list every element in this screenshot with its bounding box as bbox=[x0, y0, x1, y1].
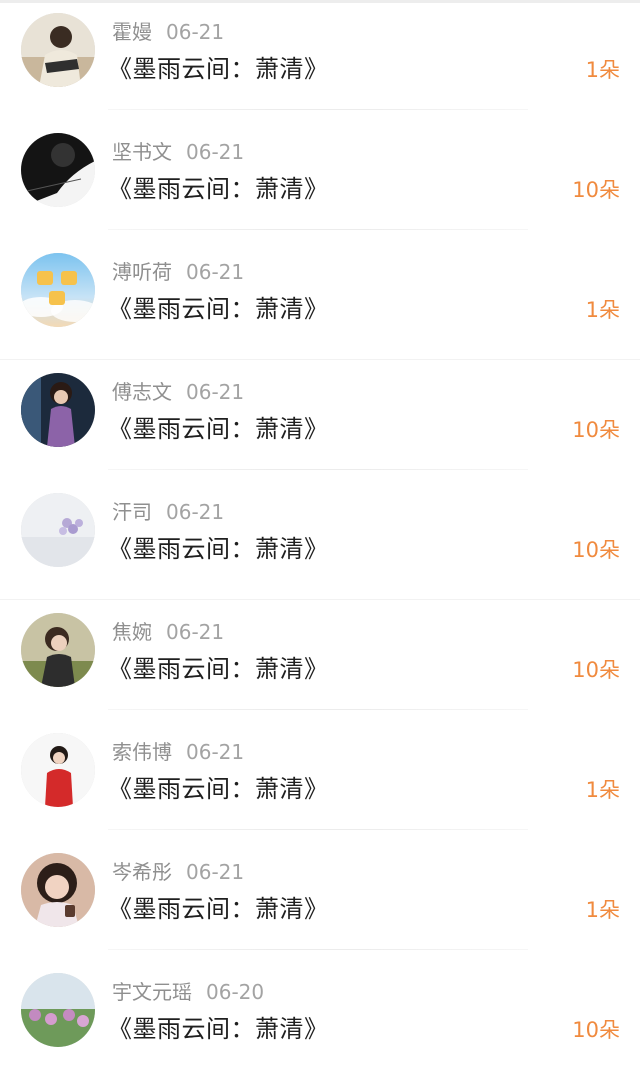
send-date: 06-21 bbox=[186, 860, 245, 884]
send-date: 06-20 bbox=[206, 980, 265, 1004]
list-item[interactable]: 汗司 06-21 《墨雨云间：萧清》 10朵 bbox=[0, 480, 640, 600]
flower-count: 1朵 bbox=[585, 298, 620, 322]
book-title[interactable]: 《墨雨云间：萧清》 bbox=[108, 892, 329, 926]
avatar[interactable] bbox=[21, 253, 95, 327]
send-date: 06-21 bbox=[166, 20, 225, 44]
avatar[interactable] bbox=[21, 853, 95, 927]
send-date: 06-21 bbox=[166, 620, 225, 644]
book-title[interactable]: 《墨雨云间：萧清》 bbox=[108, 532, 329, 566]
divider bbox=[108, 469, 528, 470]
sender-name: 宇文元瑶 bbox=[112, 980, 192, 1004]
sender-meta: 宇文元瑶 06-20 bbox=[112, 978, 264, 1006]
sender-meta: 傅志文 06-21 bbox=[112, 378, 244, 406]
sender-meta: 岑希彤 06-21 bbox=[112, 858, 244, 886]
list-item[interactable]: 傅志文 06-21 《墨雨云间：萧清》 10朵 bbox=[0, 360, 640, 480]
list-item[interactable]: 宇文元瑶 06-20 《墨雨云间：萧清》 10朵 bbox=[0, 960, 640, 1080]
avatar[interactable] bbox=[21, 133, 95, 207]
sender-name: 傅志文 bbox=[112, 380, 172, 404]
sender-name: 汗司 bbox=[112, 500, 152, 524]
divider bbox=[108, 949, 528, 950]
book-title[interactable]: 《墨雨云间：萧清》 bbox=[108, 1012, 329, 1046]
avatar[interactable] bbox=[21, 493, 95, 567]
list-item[interactable]: 坚书文 06-21 《墨雨云间：萧清》 10朵 bbox=[0, 120, 640, 240]
sender-name: 坚书文 bbox=[112, 140, 172, 164]
sender-meta: 索伟博 06-21 bbox=[112, 738, 244, 766]
list-item[interactable]: 索伟博 06-21 《墨雨云间：萧清》 1朵 bbox=[0, 720, 640, 840]
sender-name: 溥听荷 bbox=[112, 260, 172, 284]
avatar[interactable] bbox=[21, 613, 95, 687]
avatar[interactable] bbox=[21, 13, 95, 87]
avatar[interactable] bbox=[21, 973, 95, 1047]
divider bbox=[108, 829, 528, 830]
sender-name: 霍嫚 bbox=[112, 20, 152, 44]
list-item[interactable]: 霍嫚 06-21 《墨雨云间：萧清》 1朵 bbox=[0, 0, 640, 120]
book-title[interactable]: 《墨雨云间：萧清》 bbox=[108, 172, 329, 206]
sender-name: 岑希彤 bbox=[112, 860, 172, 884]
list-item[interactable]: 溥听荷 06-21 《墨雨云间：萧清》 1朵 bbox=[0, 240, 640, 360]
flower-count: 1朵 bbox=[585, 778, 620, 802]
sender-name: 索伟博 bbox=[112, 740, 172, 764]
book-title[interactable]: 《墨雨云间：萧清》 bbox=[108, 772, 329, 806]
flower-count: 1朵 bbox=[585, 898, 620, 922]
send-date: 06-21 bbox=[186, 740, 245, 764]
book-title[interactable]: 《墨雨云间：萧清》 bbox=[108, 652, 329, 686]
send-date: 06-21 bbox=[186, 260, 245, 284]
sender-meta: 溥听荷 06-21 bbox=[112, 258, 244, 286]
sender-meta: 坚书文 06-21 bbox=[112, 138, 244, 166]
sender-meta: 霍嫚 06-21 bbox=[112, 18, 224, 46]
avatar[interactable] bbox=[21, 733, 95, 807]
flower-count: 10朵 bbox=[572, 418, 620, 442]
flower-count: 10朵 bbox=[572, 1018, 620, 1042]
divider bbox=[108, 709, 528, 710]
flower-count: 1朵 bbox=[585, 58, 620, 82]
sender-name: 焦婉 bbox=[112, 620, 152, 644]
book-title[interactable]: 《墨雨云间：萧清》 bbox=[108, 412, 329, 446]
flower-count: 10朵 bbox=[572, 178, 620, 202]
send-date: 06-21 bbox=[186, 140, 245, 164]
flower-count: 10朵 bbox=[572, 538, 620, 562]
book-title[interactable]: 《墨雨云间：萧清》 bbox=[108, 52, 329, 86]
flower-count: 10朵 bbox=[572, 658, 620, 682]
list-item[interactable]: 焦婉 06-21 《墨雨云间：萧清》 10朵 bbox=[0, 600, 640, 720]
send-date: 06-21 bbox=[186, 380, 245, 404]
sender-meta: 焦婉 06-21 bbox=[112, 618, 224, 646]
book-title[interactable]: 《墨雨云间：萧清》 bbox=[108, 292, 329, 326]
list-item[interactable]: 岑希彤 06-21 《墨雨云间：萧清》 1朵 bbox=[0, 840, 640, 960]
sender-meta: 汗司 06-21 bbox=[112, 498, 224, 526]
divider bbox=[108, 229, 528, 230]
divider bbox=[108, 109, 528, 110]
avatar[interactable] bbox=[21, 373, 95, 447]
send-date: 06-21 bbox=[166, 500, 225, 524]
